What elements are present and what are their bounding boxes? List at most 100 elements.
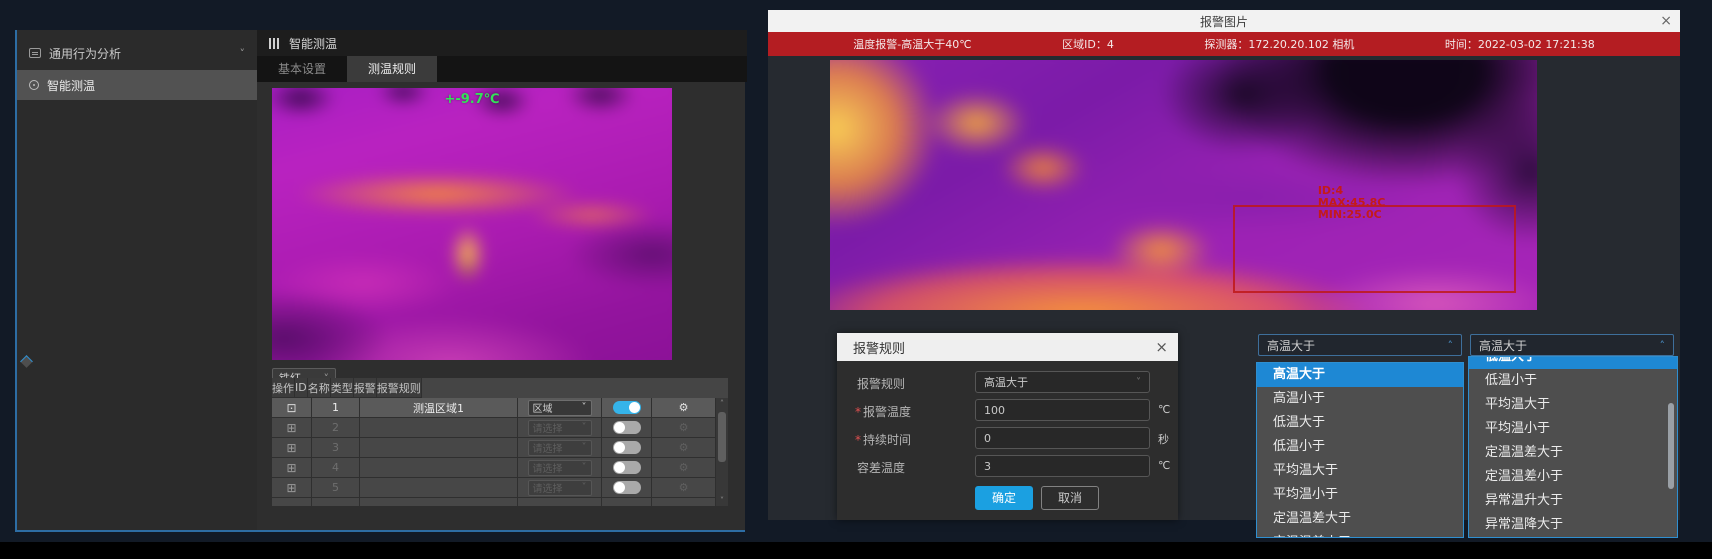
dropdown-option[interactable]: 低温小于 [1257, 435, 1463, 459]
row-rule-cell: ⚙ [652, 398, 716, 418]
type-select-value: 区域 [533, 400, 553, 415]
table-header-cell: 报警 [354, 378, 377, 398]
type-select[interactable]: 请选择 ˅ [528, 460, 592, 476]
dropdown-option[interactable]: 定温温差小于 [1257, 531, 1463, 538]
row-operation-cell[interactable] [272, 478, 312, 498]
alarm-time-text: 时间：2022-03-02 17:21:38 [1445, 36, 1595, 52]
ok-button[interactable]: 确定 [975, 486, 1033, 510]
row-operation-cell[interactable] [272, 398, 312, 418]
roi-min: MIN:25.0C [1318, 209, 1386, 221]
dropdown-option[interactable]: 异常温升大于 [1469, 489, 1677, 513]
alarm-toggle[interactable] [613, 421, 641, 434]
dropdown-option[interactable]: 平均温大于 [1257, 459, 1463, 483]
rule-dropdown-right-list: 低温大于 低温小于 平均温大于 平均温小于 定温温差大于 定温温差小于 异常温升… [1468, 356, 1678, 538]
row-id-cell: 1 [312, 398, 360, 418]
type-select-value: 请选择 [533, 440, 563, 455]
field-unit: ℃ [1158, 459, 1170, 472]
region-op-icon [286, 422, 296, 434]
dropdown-option[interactable]: 定温温差小于 [1469, 465, 1677, 489]
gear-icon[interactable]: ⚙ [679, 461, 689, 474]
type-select[interactable]: 请选择 ˅ [528, 440, 592, 456]
type-select-value: 请选择 [533, 480, 563, 495]
field-unit: ℃ [1158, 403, 1170, 416]
row-alarm-cell [602, 418, 652, 438]
row-operation-cell[interactable] [272, 418, 312, 438]
dropdown-option[interactable]: 平均温小于 [1257, 483, 1463, 507]
close-icon[interactable]: × [1660, 10, 1672, 32]
dropdown-option[interactable]: 低温大于 [1469, 356, 1677, 369]
sidebar-item-smart-thermometry[interactable]: 智能测温 [17, 70, 257, 100]
table-row: 3 请选择 ˅ [272, 438, 716, 458]
scroll-down-icon[interactable]: ˅ [716, 496, 728, 505]
table-header-cell: 报警规则 [377, 378, 422, 398]
dropdown-option[interactable]: 定温温差大于 [1469, 441, 1677, 465]
rule-dropdown-left-select[interactable]: 高温大于 ˄ [1258, 334, 1462, 356]
field-value: 100 [984, 404, 1005, 417]
tab[interactable]: 测温规则 [347, 56, 437, 82]
close-icon[interactable]: × [1155, 333, 1168, 361]
sidebar-group-behavior-analysis[interactable]: 通用行为分析 ˅ [17, 40, 257, 66]
tab-bar: 基本设置 测温规则 [257, 56, 747, 82]
spot-temperature-readout: +-9.7℃ [272, 92, 672, 107]
row-operation-cell[interactable] [272, 458, 312, 478]
field-label: 报警规则 [855, 375, 905, 392]
alarm-detector-text: 探测器：172.20.20.102 相机 [1204, 36, 1354, 52]
field-control[interactable]: 0 ˅ [975, 427, 1150, 449]
row-rule-cell: ⚙ [652, 458, 716, 478]
table-header-cell: 名称 [308, 378, 331, 398]
gear-icon[interactable]: ⚙ [679, 421, 689, 434]
gear-icon[interactable]: ⚙ [679, 481, 689, 494]
row-type-cell: 请选择 ˅ [518, 438, 602, 458]
row-operation-cell[interactable] [272, 438, 312, 458]
dropdown-option[interactable]: 平均温小于 [1469, 417, 1677, 441]
rule-dialog-footer: 确定 取消 [837, 486, 1178, 510]
dropdown-option[interactable]: 定温温差大于 [1257, 507, 1463, 531]
dropdown-option[interactable]: 低温小于 [1469, 369, 1677, 393]
rule-dropdown-left-list: 高温大于 高温小于 低温大于 低温小于 平均温大于 平均温小于 定温温差大于 定… [1256, 362, 1464, 538]
alarm-toggle[interactable] [613, 461, 641, 474]
crosshair-icon: + [444, 92, 455, 107]
type-select[interactable]: 请选择 ˅ [528, 420, 592, 436]
thermal-preview-canvas[interactable]: +-9.7℃ [272, 88, 672, 360]
gear-icon[interactable]: ⚙ [679, 441, 689, 454]
row-type-cell: 请选择 ˅ [518, 458, 602, 478]
rule-dialog-title: 报警规则 [853, 338, 905, 357]
row-alarm-cell [602, 398, 652, 418]
alarm-toggle[interactable] [613, 401, 641, 414]
field-value: 3 [984, 460, 991, 473]
type-select[interactable]: 区域 ˅ [528, 400, 592, 416]
scroll-up-icon[interactable]: ˄ [716, 399, 728, 408]
field-control[interactable]: 100 ˅ [975, 399, 1150, 421]
type-select[interactable]: 请选择 ˅ [528, 480, 592, 496]
rule-dropdown-right-select[interactable]: 高温大于 ˄ [1470, 334, 1674, 356]
row-alarm-cell [602, 478, 652, 498]
chevron-up-icon: ˄ [1660, 339, 1666, 352]
sidebar-group-label: 通用行为分析 [49, 45, 121, 62]
alarm-toggle[interactable] [613, 481, 641, 494]
rule-field-row: *报警温度 100 ˅ ℃ [837, 399, 1178, 421]
field-control[interactable]: 高温大于 ˅ [975, 371, 1150, 393]
row-type-cell: 区域 ˅ [518, 398, 602, 418]
dropdown-option[interactable]: 低温大于 [1257, 411, 1463, 435]
gear-icon[interactable]: ⚙ [679, 401, 689, 414]
required-asterisk: * [855, 405, 861, 419]
dropdown-option[interactable]: 异常温降大于 [1469, 513, 1677, 537]
table-scrollbar[interactable]: ˄ ˅ [716, 398, 728, 506]
scrollbar-thumb[interactable] [718, 412, 726, 462]
chevron-down-icon: ˅ [582, 482, 587, 493]
row-alarm-cell [602, 458, 652, 478]
dropdown-scrollbar-thumb[interactable] [1668, 403, 1674, 489]
alarm-rule-dialog: 报警规则 × 报警规则 高温大于 ˅ *报警温度 100 [837, 333, 1178, 520]
alarm-toggle[interactable] [613, 441, 641, 454]
chevron-up-icon: ˄ [1448, 339, 1454, 352]
cancel-button[interactable]: 取消 [1041, 486, 1099, 510]
dialog-titlebar: 报警图片 × [768, 10, 1680, 32]
tab[interactable]: 基本设置 [257, 56, 347, 82]
field-value: 高温大于 [984, 374, 1028, 390]
dropdown-option[interactable]: 平均温大于 [1469, 393, 1677, 417]
row-id-cell: 3 [312, 438, 360, 458]
field-control[interactable]: 3 ˅ [975, 455, 1150, 477]
dropdown-option[interactable]: 高温小于 [1257, 387, 1463, 411]
dropdown-option[interactable]: 高温大于 [1257, 363, 1463, 387]
row-name-cell [360, 458, 518, 478]
